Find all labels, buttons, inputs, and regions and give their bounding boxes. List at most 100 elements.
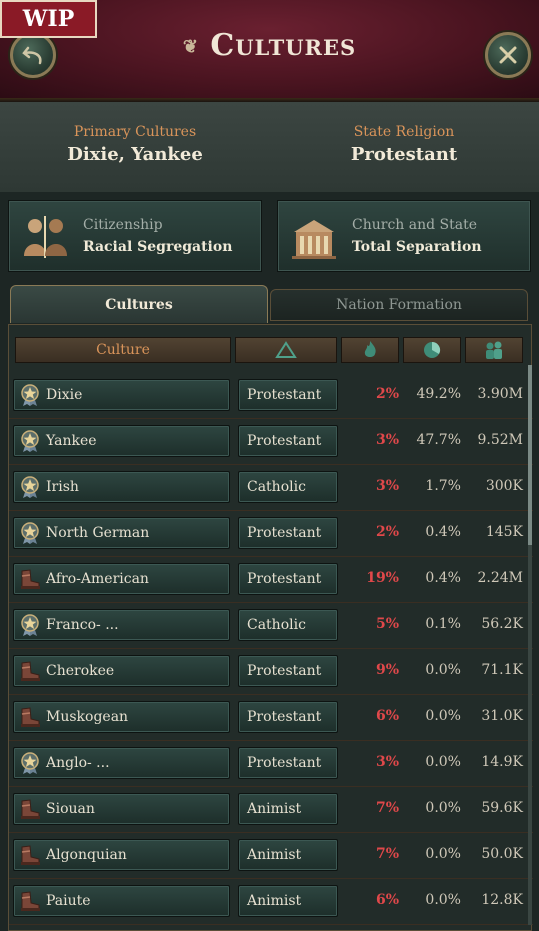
radicals-value: 2%	[375, 524, 399, 540]
culture-name: Yankee	[46, 433, 97, 449]
table-row: Cherokee Protestant 9% 0.0% 71.1K	[9, 649, 533, 695]
column-header-culture[interactable]: Culture	[15, 337, 231, 363]
culture-rows: Dixie Protestant 2% 49.2% 3.90M Yankee Protest…	[9, 373, 533, 925]
tab-cultures[interactable]: Cultures	[10, 285, 268, 323]
religion-button[interactable]: Protestant	[238, 701, 338, 733]
culture-button[interactable]: Franco- ...	[13, 609, 230, 641]
radicals-value: 3%	[375, 754, 399, 770]
table-row: Algonquian Animist 7% 0.0% 50.0K	[9, 833, 533, 879]
discriminated-boot-icon	[18, 843, 42, 867]
radicals-value: 3%	[375, 432, 399, 448]
share-value: 0.0%	[425, 800, 461, 816]
cultures-table: Culture Dixie Protestant 2% 49.2% 3.90M Yanke…	[8, 324, 533, 931]
culture-button[interactable]: Dixie	[13, 379, 230, 411]
radicals-value: 9%	[375, 662, 399, 678]
share-value: 0.0%	[425, 846, 461, 862]
religion-button[interactable]: Catholic	[238, 609, 338, 641]
tab-bar: Cultures Nation Formation	[8, 285, 532, 325]
culture-name: Muskogean	[46, 709, 129, 725]
religion-button[interactable]: Protestant	[238, 425, 338, 457]
primary-cultures: Primary Cultures Dixie, Yankee	[40, 124, 230, 165]
church-state-label: Church and State	[352, 217, 477, 233]
religion-button[interactable]: Protestant	[238, 379, 338, 411]
culture-button[interactable]: Siouan	[13, 793, 230, 825]
discriminated-boot-icon	[18, 705, 42, 729]
population-value: 12.8K	[481, 892, 523, 908]
religion-button[interactable]: Protestant	[238, 517, 338, 549]
share-value: 47.7%	[416, 432, 461, 448]
church-state-value: Total Separation	[352, 239, 482, 255]
culture-button[interactable]: North German	[13, 517, 230, 549]
discriminated-boot-icon	[18, 659, 42, 683]
table-row: Afro-American Protestant 19% 0.4% 2.24M	[9, 557, 533, 603]
religion-button[interactable]: Animist	[238, 839, 338, 871]
table-scrollbar[interactable]	[528, 365, 532, 925]
religion-button[interactable]: Animist	[238, 885, 338, 917]
citizenship-label: Citizenship	[83, 217, 163, 233]
culture-button[interactable]: Afro-American	[13, 563, 230, 595]
population-value: 31.0K	[481, 708, 523, 724]
culture-button[interactable]: Cherokee	[13, 655, 230, 687]
population-value: 9.52M	[477, 432, 523, 448]
culture-name: Cherokee	[46, 663, 115, 679]
flourish-left-icon: ❦	[182, 36, 199, 58]
table-row: Paiute Animist 6% 0.0% 12.8K	[9, 879, 533, 925]
column-header-radicals[interactable]	[341, 337, 399, 363]
church-state-policy-card[interactable]: Church and State Total Separation	[277, 200, 531, 272]
culture-button[interactable]: Paiute	[13, 885, 230, 917]
religion-button[interactable]: Protestant	[238, 747, 338, 779]
radicals-value: 5%	[375, 616, 399, 632]
population-value: 71.1K	[481, 662, 523, 678]
radicals-value: 2%	[375, 386, 399, 402]
tab-nation-formation[interactable]: Nation Formation	[270, 289, 528, 321]
culture-button[interactable]: Muskogean	[13, 701, 230, 733]
wip-badge: WIP	[0, 0, 97, 38]
share-value: 0.0%	[425, 892, 461, 908]
table-row: Siouan Animist 7% 0.0% 59.6K	[9, 787, 533, 833]
column-header-share[interactable]	[403, 337, 461, 363]
population-value: 56.2K	[481, 616, 523, 632]
culture-summary: Primary Cultures Dixie, Yankee State Rel…	[0, 102, 539, 192]
religion-button[interactable]: Animist	[238, 793, 338, 825]
radicals-value: 19%	[366, 570, 399, 586]
primary-star-icon	[18, 613, 42, 637]
radicals-value: 7%	[375, 846, 399, 862]
scrollbar-thumb[interactable]	[528, 365, 532, 545]
column-header-religion[interactable]	[235, 337, 337, 363]
primary-cultures-label: Primary Cultures	[73, 124, 197, 140]
culture-button[interactable]: Irish	[13, 471, 230, 503]
population-value: 14.9K	[481, 754, 523, 770]
culture-button[interactable]: Algonquian	[13, 839, 230, 871]
religion-button[interactable]: Catholic	[238, 471, 338, 503]
citizenship-policy-card[interactable]: Citizenship Racial Segregation	[8, 200, 262, 272]
discriminated-boot-icon	[18, 567, 42, 591]
share-value: 0.4%	[425, 524, 461, 540]
share-value: 0.0%	[425, 708, 461, 724]
table-row: North German Protestant 2% 0.4% 145K	[9, 511, 533, 557]
page-title-text: Cultures	[210, 28, 357, 63]
culture-button[interactable]: Anglo- ...	[13, 747, 230, 779]
religion-button[interactable]: Protestant	[238, 655, 338, 687]
table-row: Anglo- ... Protestant 3% 0.0% 14.9K	[9, 741, 533, 787]
culture-name: Siouan	[46, 801, 95, 817]
table-row: Irish Catholic 3% 1.7% 300K	[9, 465, 533, 511]
population-value: 50.0K	[481, 846, 523, 862]
radicalism-flame-icon	[364, 341, 376, 357]
share-value: 0.1%	[425, 616, 461, 632]
share-value: 49.2%	[416, 386, 461, 402]
culture-button[interactable]: Yankee	[13, 425, 230, 457]
table-row: Franco- ... Catholic 5% 0.1% 56.2K	[9, 603, 533, 649]
church-building-icon	[288, 213, 340, 261]
primary-star-icon	[18, 521, 42, 545]
population-value: 2.24M	[477, 570, 523, 586]
close-button[interactable]	[485, 32, 531, 78]
discriminated-boot-icon	[18, 797, 42, 821]
primary-star-icon	[18, 383, 42, 407]
population-value: 300K	[485, 478, 523, 494]
religion-button[interactable]: Protestant	[238, 563, 338, 595]
state-religion-value: Protestant	[350, 144, 458, 165]
primary-star-icon	[18, 475, 42, 499]
citizenship-value: Racial Segregation	[83, 239, 233, 255]
primary-cultures-value: Dixie, Yankee	[67, 144, 203, 165]
column-header-population[interactable]	[465, 337, 523, 363]
